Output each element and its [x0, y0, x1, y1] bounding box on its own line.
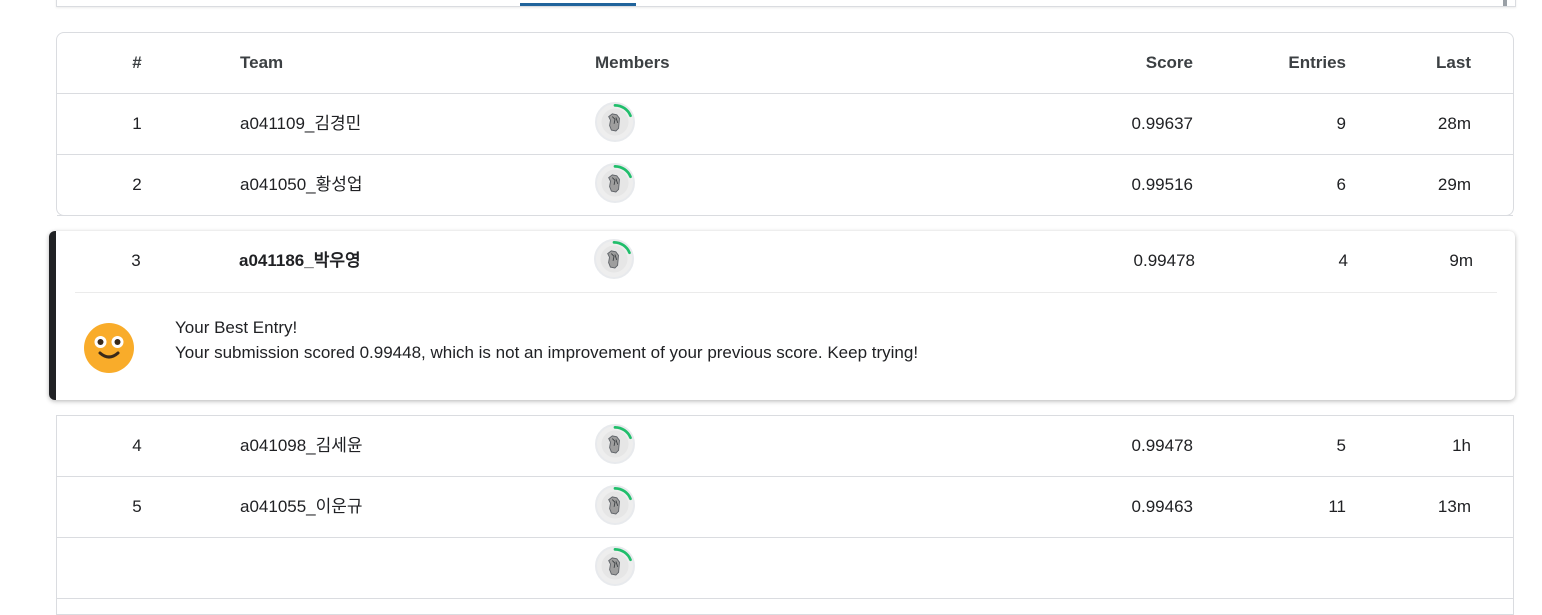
submission-message: Your Best Entry! Your submission scored …	[175, 315, 918, 365]
last-cell: 28m	[1437, 114, 1471, 133]
leaderboard-table-continued: 4 a041098_김세윤 0.99478 5 1h 5 a041055_이운규…	[56, 415, 1514, 615]
members-cell	[594, 239, 634, 283]
members-cell	[595, 546, 635, 590]
team-name[interactable]: a041055_이운규	[240, 477, 363, 537]
column-header-last[interactable]: Last	[1436, 33, 1471, 93]
last-cell: 9m	[1449, 251, 1473, 270]
entries-cell: 4	[1338, 251, 1348, 270]
last-cell: 1h	[1452, 436, 1471, 455]
scrollbar[interactable]	[1503, 0, 1507, 6]
member-avatar-icon[interactable]	[595, 424, 635, 464]
score-cell: 0.99637	[1131, 114, 1193, 133]
smiley-face-icon	[84, 323, 134, 373]
highlight-accent-bar	[49, 231, 56, 400]
team-name[interactable]: a041098_김세윤	[240, 416, 363, 476]
last-cell: 29m	[1437, 175, 1471, 194]
table-row[interactable]: 4 a041098_김세윤 0.99478 5 1h	[57, 416, 1513, 477]
table-row[interactable]	[57, 538, 1513, 599]
message-body: Your submission scored 0.99448, which is…	[175, 343, 919, 362]
own-team-card: 3 a041186_박우영 0.99478 4 9m Your Best Ent…	[49, 231, 1515, 400]
active-tab-indicator	[520, 3, 636, 6]
members-cell	[595, 424, 635, 468]
member-avatar-icon[interactable]	[595, 546, 635, 586]
rank-cell: 5	[132, 497, 142, 516]
table-header: # Team Members Score Entries Last	[57, 33, 1513, 94]
member-avatar-icon[interactable]	[595, 485, 635, 525]
entries-cell: 11	[1328, 497, 1346, 516]
entries-cell: 9	[1336, 114, 1346, 133]
rank-cell: 2	[132, 175, 142, 194]
column-header-members: Members	[595, 53, 670, 72]
last-cell: 13m	[1437, 497, 1471, 516]
team-name[interactable]: a041186_박우영	[239, 231, 361, 291]
rank-cell: 4	[132, 436, 142, 455]
members-cell	[595, 163, 635, 207]
rank-cell: 1	[132, 114, 142, 133]
member-avatar-icon[interactable]	[594, 239, 634, 279]
divider	[75, 292, 1497, 293]
team-name[interactable]: a041050_황성업	[240, 155, 363, 215]
column-header-rank[interactable]: #	[125, 33, 149, 93]
entries-cell: 6	[1336, 175, 1346, 194]
column-header-team[interactable]: Team	[240, 33, 283, 93]
entries-cell: 5	[1336, 436, 1346, 455]
members-cell	[595, 102, 635, 146]
column-header-score[interactable]: Score	[1146, 33, 1193, 93]
score-cell: 0.99516	[1131, 175, 1193, 194]
score-cell: 0.99463	[1131, 497, 1193, 516]
member-avatar-icon[interactable]	[595, 163, 635, 203]
own-team-row[interactable]: 3 a041186_박우영 0.99478 4 9m	[56, 231, 1515, 292]
table-row[interactable]: 2 a041050_황성업 0.99516 6 29m	[57, 155, 1513, 216]
members-cell	[595, 485, 635, 529]
table-row[interactable]: 5 a041055_이운규 0.99463 11 13m	[57, 477, 1513, 538]
rank-cell: 3	[131, 251, 141, 270]
score-cell: 0.99478	[1133, 251, 1195, 270]
table-row[interactable]: 1 a041109_김경민 0.99637 9 28m	[57, 94, 1513, 155]
team-name[interactable]: a041109_김경민	[240, 94, 361, 154]
column-header-entries[interactable]: Entries	[1288, 33, 1346, 93]
leaderboard-table: # Team Members Score Entries Last 1 a041…	[56, 32, 1514, 216]
score-cell: 0.99478	[1131, 436, 1193, 455]
member-avatar-icon[interactable]	[595, 102, 635, 142]
message-title: Your Best Entry!	[175, 318, 298, 337]
top-panel	[56, 0, 1516, 7]
